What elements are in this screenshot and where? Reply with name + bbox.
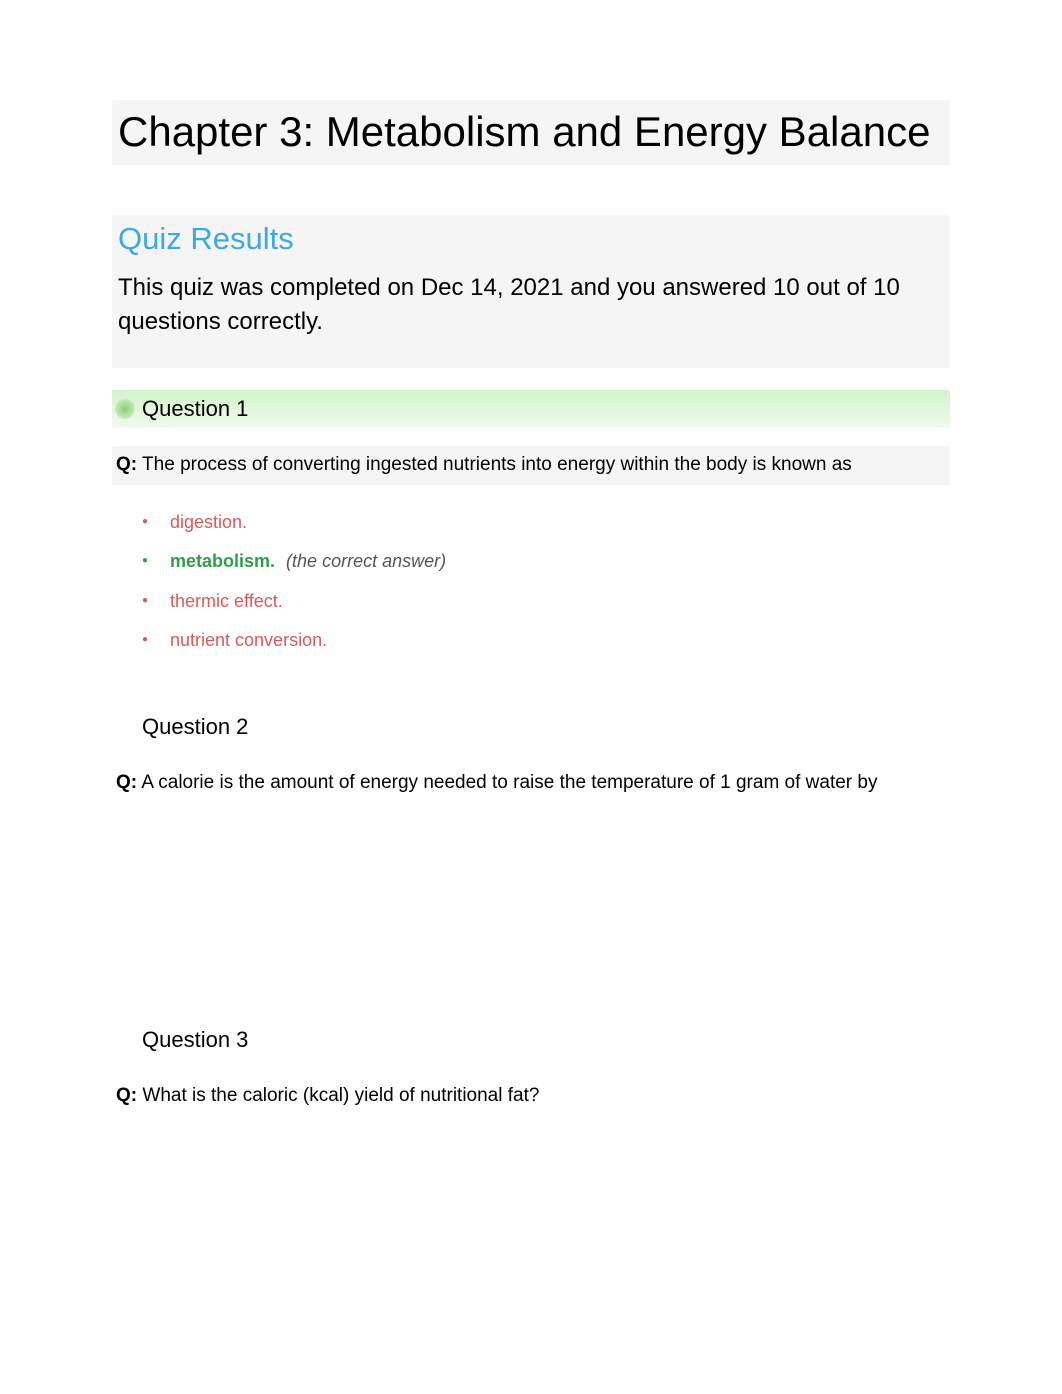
q-label: Q: <box>116 772 137 793</box>
question-prompt: Q: A calorie is the amount of energy nee… <box>112 764 950 803</box>
answer-option: metabolism. (the correct answer) <box>170 542 950 581</box>
chapter-title: Chapter 3: Metabolism and Energy Balance <box>112 100 950 165</box>
question-prompt: Q: What is the caloric (kcal) yield of n… <box>112 1077 950 1116</box>
correct-answer-note: (the correct answer) <box>286 551 446 571</box>
answer-text: digestion. <box>170 512 247 532</box>
question-text: A calorie is the amount of energy needed… <box>141 772 877 793</box>
answer-text: thermic effect. <box>170 591 283 611</box>
answer-placeholder <box>112 821 950 981</box>
question-text: What is the caloric (kcal) yield of nutr… <box>142 1085 539 1106</box>
answer-placeholder <box>112 1134 950 1294</box>
question-heading: Question 1 <box>112 390 950 428</box>
question-text: The process of converting ingested nutri… <box>142 454 852 475</box>
question-block: Question 1 Q: The process of converting … <box>112 390 950 660</box>
answer-text: metabolism. <box>170 551 275 571</box>
question-heading: Question 2 <box>112 708 950 746</box>
answer-list: digestion. metabolism. (the correct answ… <box>112 503 950 661</box>
question-block: Question 2 Q: A calorie is the amount of… <box>112 708 950 981</box>
question-block: Question 3 Q: What is the caloric (kcal)… <box>112 1021 950 1294</box>
answer-option: digestion. <box>170 503 950 542</box>
answer-option: nutrient conversion. <box>170 621 950 660</box>
question-prompt: Q: The process of converting ingested nu… <box>112 446 950 485</box>
q-label: Q: <box>116 454 137 475</box>
q-label: Q: <box>116 1085 137 1106</box>
answer-option: thermic effect. <box>170 582 950 621</box>
quiz-results-heading: Quiz Results <box>112 217 950 261</box>
results-summary-block: Quiz Results This quiz was completed on … <box>112 215 950 369</box>
question-heading: Question 3 <box>112 1021 950 1059</box>
answer-text: nutrient conversion. <box>170 630 327 650</box>
quiz-summary-text: This quiz was completed on Dec 14, 2021 … <box>112 267 950 345</box>
